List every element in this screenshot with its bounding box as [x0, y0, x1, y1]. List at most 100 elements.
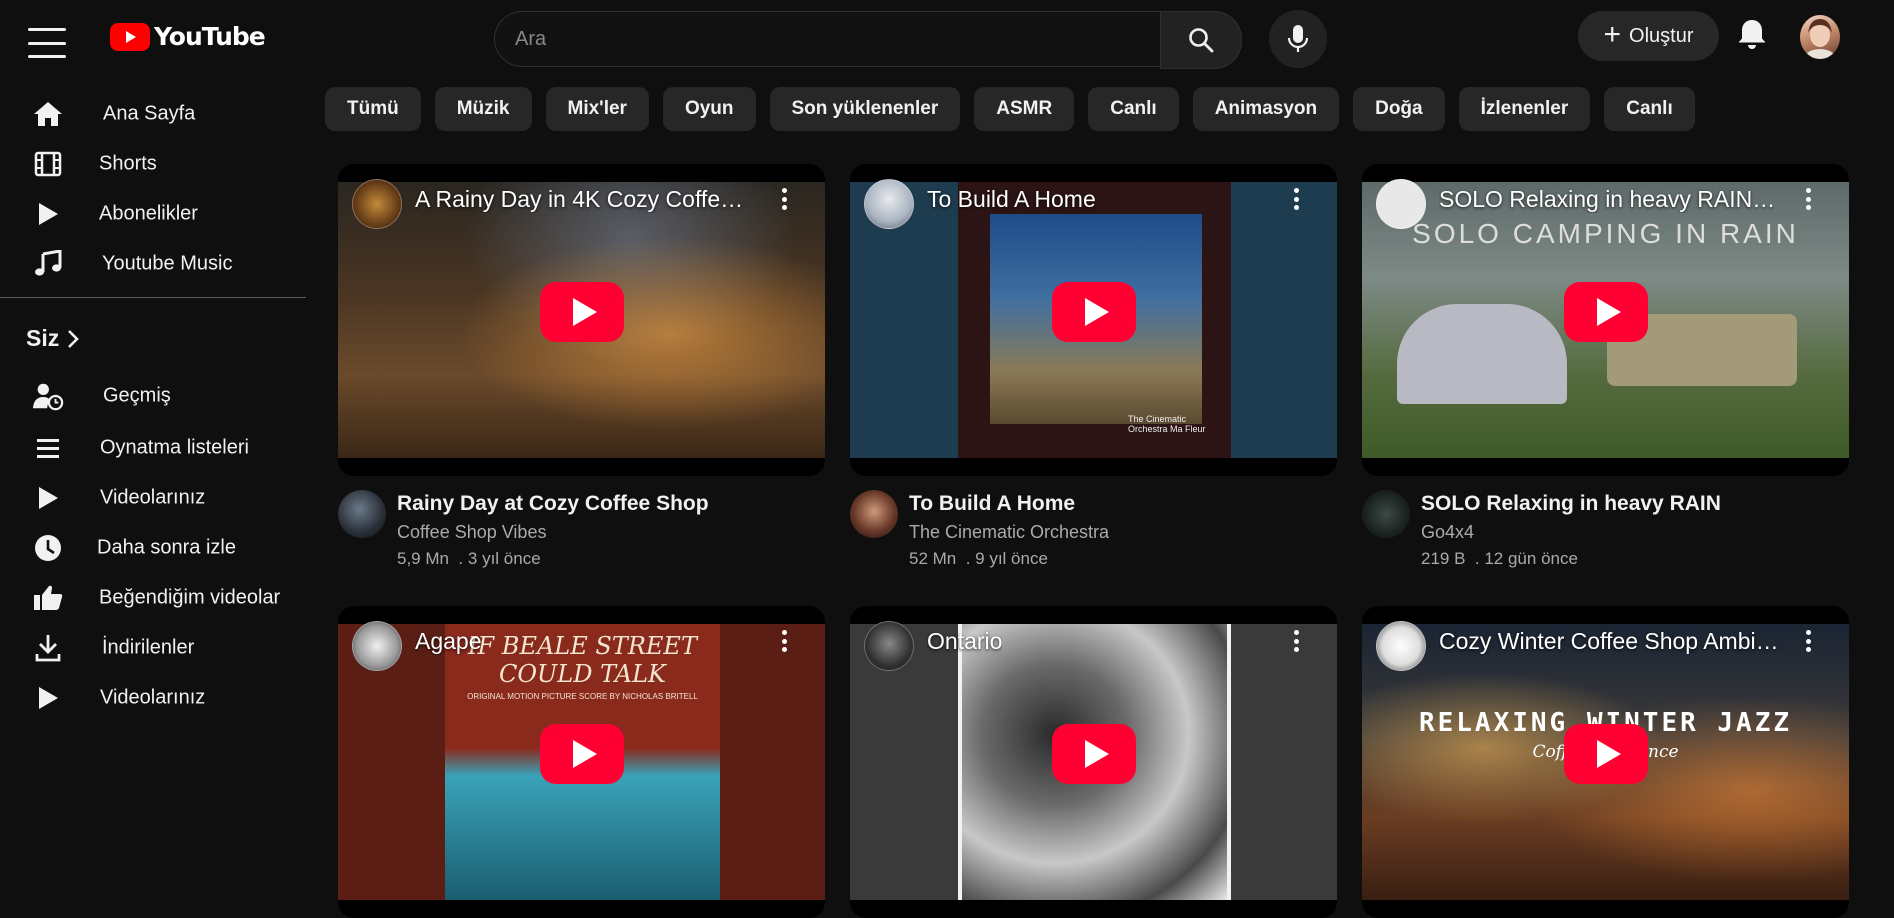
more-options-icon[interactable]: [1293, 188, 1299, 210]
chip-music[interactable]: Müzik: [434, 87, 532, 131]
thumbnail-title: A Rainy Day in 4K Cozy Coffee S...: [415, 186, 755, 212]
video-thumbnail[interactable]: IF BEALE STREET COULD TALK ORIGINAL MOTI…: [338, 606, 825, 918]
menu-button[interactable]: [28, 28, 66, 58]
sidebar-item-your-videos-2[interactable]: Videolarınız: [0, 675, 306, 721]
sidebar-item-home[interactable]: Ana Sayfa: [0, 91, 306, 137]
thumbnail-title: Agape: [415, 628, 482, 654]
video-card[interactable]: Ontario: [850, 606, 1337, 918]
thumbnail-channel-avatar[interactable]: [1376, 621, 1426, 671]
channel-name[interactable]: Coffee Shop Vibes: [397, 522, 546, 543]
more-options-icon[interactable]: [781, 630, 787, 652]
search-button[interactable]: [1160, 11, 1242, 69]
play-button-icon[interactable]: [539, 724, 624, 784]
channel-avatar[interactable]: [338, 490, 386, 538]
sidebar-item-music[interactable]: Youtube Music: [0, 241, 306, 287]
view-count: 219 B: [1421, 549, 1466, 568]
play-button-icon[interactable]: [1563, 282, 1648, 342]
tent-shape: [1397, 304, 1567, 404]
chip-animation[interactable]: Animasyon: [1192, 87, 1340, 131]
video-thumbnail[interactable]: SOLO CAMPING IN RAIN SOLO Relaxing in he…: [1362, 164, 1849, 476]
sidebar-item-your-videos[interactable]: Videolarınız: [0, 475, 306, 521]
chip-live-2[interactable]: Canlı: [1604, 87, 1695, 131]
play-button-icon[interactable]: [1051, 282, 1136, 342]
sidebar-item-history[interactable]: Geçmiş: [0, 373, 306, 419]
sidebar-item-subscriptions[interactable]: Abonelikler: [0, 191, 306, 237]
video-title[interactable]: Rainy Day at Cozy Coffee Shop: [397, 492, 709, 516]
video-card[interactable]: A Rainy Day in 4K Cozy Coffee S... Rainy…: [338, 164, 825, 568]
more-options-icon[interactable]: [1805, 188, 1811, 210]
search-input[interactable]: [494, 11, 1160, 67]
play-button-icon[interactable]: [1563, 724, 1648, 784]
chip-recently-uploaded[interactable]: Son yüklenenler: [769, 87, 961, 131]
video-title[interactable]: To Build A Home: [909, 492, 1075, 516]
play-button-icon[interactable]: [1051, 724, 1136, 784]
video-meta: SOLO Relaxing in heavy RAIN Go4x4 219 B …: [1362, 476, 1849, 568]
thumbnail-channel-avatar[interactable]: [1376, 179, 1426, 229]
video-title[interactable]: SOLO Relaxing in heavy RAIN: [1421, 492, 1721, 516]
thumbnail-channel-avatar[interactable]: [864, 621, 914, 671]
thumbnail-title: Cozy Winter Coffee Shop Ambie...: [1439, 628, 1779, 654]
chip-gaming[interactable]: Oyun: [662, 87, 756, 131]
channel-name[interactable]: Go4x4: [1421, 522, 1474, 543]
sidebar-you-heading[interactable]: Siz: [26, 325, 80, 352]
sidebar-item-label: İndirilenler: [102, 636, 195, 659]
sidebar-item-label: Videolarınız: [100, 686, 206, 709]
channel-avatar[interactable]: [850, 490, 898, 538]
video-thumbnail[interactable]: RELAXING WINTER JAZZ Coffee Ambience Coz…: [1362, 606, 1849, 918]
downloads-icon: [32, 632, 64, 664]
chip-asmr[interactable]: ASMR: [974, 87, 1075, 131]
channel-name[interactable]: The Cinematic Orchestra: [909, 522, 1109, 543]
music-icon: [32, 248, 64, 280]
thumbnail-channel-avatar[interactable]: [352, 179, 402, 229]
account-avatar[interactable]: [1800, 15, 1840, 59]
thumbnail-title: Ontario: [927, 628, 1003, 654]
video-card[interactable]: IF BEALE STREET COULD TALK ORIGINAL MOTI…: [338, 606, 825, 918]
sidebar-item-downloads[interactable]: İndirilenler: [0, 625, 306, 671]
more-options-icon[interactable]: [781, 188, 787, 210]
thumbnail-channel-avatar[interactable]: [864, 179, 914, 229]
youtube-logo[interactable]: YouTube: [110, 22, 266, 51]
video-thumbnail[interactable]: Ontario: [850, 606, 1337, 918]
more-options-icon[interactable]: [1805, 630, 1811, 652]
filter-chips-bar: Tümü Müzik Mix'ler Oyun Son yüklenenler …: [325, 87, 1695, 131]
watch-later-icon: [32, 532, 64, 564]
chip-nature[interactable]: Doğa: [1353, 87, 1445, 131]
sidebar-item-shorts[interactable]: Shorts: [0, 141, 306, 187]
sidebar-item-label: Daha sonra izle: [97, 536, 236, 559]
avatar-image: [1804, 19, 1836, 59]
upload-age: 3 yıl önce: [467, 549, 541, 568]
video-stats: 219 B . 12 gün önce: [1421, 549, 1578, 568]
chip-all[interactable]: Tümü: [325, 87, 421, 131]
thumbnail-channel-avatar[interactable]: [352, 621, 402, 671]
video-thumbnail[interactable]: The Cinematic Orchestra Ma Fleur To Buil…: [850, 164, 1337, 476]
sidebar-item-watch-later[interactable]: Daha sonra izle: [0, 525, 306, 571]
thumbnail-overlay-text: SOLO CAMPING IN RAIN: [1412, 218, 1799, 249]
sidebar-item-playlists[interactable]: Oynatma listeleri: [0, 425, 306, 471]
chip-watched[interactable]: İzlenenler: [1458, 87, 1591, 131]
upload-age: 12 gün önce: [1484, 549, 1578, 568]
home-icon: [32, 98, 64, 130]
video-card[interactable]: RELAXING WINTER JAZZ Coffee Ambience Coz…: [1362, 606, 1849, 918]
notifications-button[interactable]: [1736, 18, 1768, 57]
microphone-icon: [1287, 25, 1309, 52]
video-card[interactable]: The Cinematic Orchestra Ma Fleur To Buil…: [850, 164, 1337, 568]
video-card[interactable]: SOLO CAMPING IN RAIN SOLO Relaxing in he…: [1362, 164, 1849, 568]
create-button[interactable]: + Oluştur: [1578, 11, 1719, 61]
sidebar-item-liked-videos[interactable]: Beğendiğim videolar: [0, 575, 306, 621]
video-thumbnail[interactable]: A Rainy Day in 4K Cozy Coffee S...: [338, 164, 825, 476]
chip-live[interactable]: Canlı: [1088, 87, 1179, 131]
video-stats: 5,9 Mn . 3 yıl önce: [397, 549, 541, 568]
play-button-icon[interactable]: [539, 282, 624, 342]
channel-avatar[interactable]: [1362, 490, 1410, 538]
liked-videos-icon: [32, 582, 64, 614]
bell-icon: [1738, 20, 1766, 49]
more-options-icon[interactable]: [1293, 630, 1299, 652]
chip-mixes[interactable]: Mix'ler: [545, 87, 649, 131]
video-meta: To Build A Home The Cinematic Orchestra …: [850, 476, 1337, 568]
video-stats: 52 Mn . 9 yıl önce: [909, 549, 1048, 568]
album-cover-text: The Cinematic Orchestra Ma Fleur: [1128, 414, 1206, 434]
sidebar-item-label: Oynatma listeleri: [100, 436, 249, 459]
youtube-logo-icon: [110, 22, 150, 51]
thumbnail-title: SOLO Relaxing in heavy RAIN [ ...: [1439, 186, 1779, 212]
voice-search-button[interactable]: [1269, 10, 1327, 68]
